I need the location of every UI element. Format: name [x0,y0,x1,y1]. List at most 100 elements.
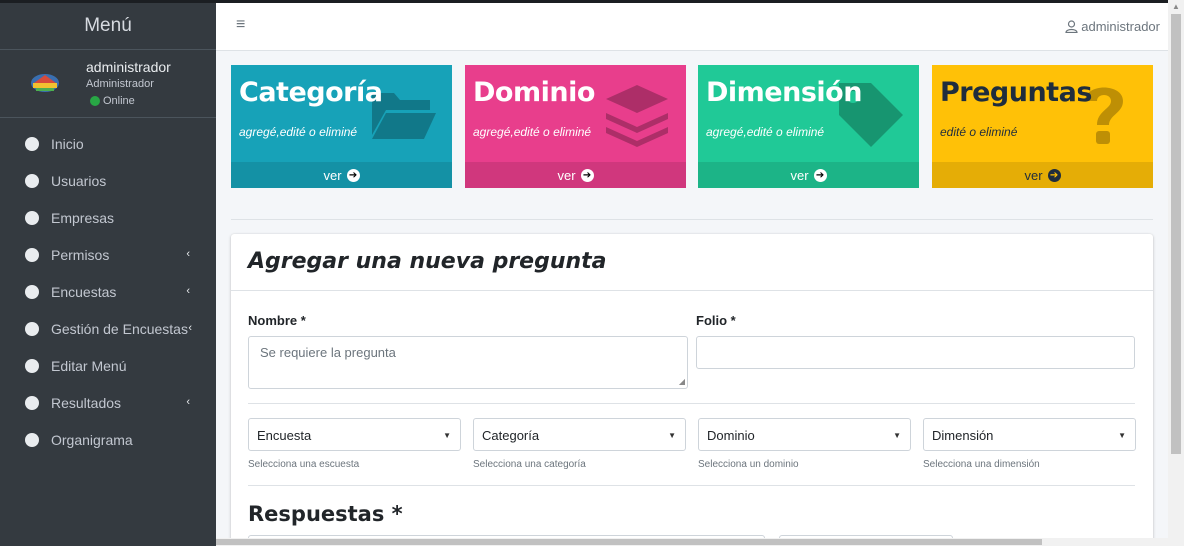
categoria-help: Selecciona una categoría [473,459,586,470]
box-footer-link[interactable]: ver ➔ [698,162,919,188]
circle-icon [25,173,39,188]
sidebar-item-empresas[interactable]: Empresas [0,199,216,236]
sidebar-item-usuarios[interactable]: Usuarios [0,162,216,199]
sidebar-brand[interactable]: Menú [0,3,216,50]
sidebar-item-permisos[interactable]: Permisos ‹ [0,236,216,273]
vertical-scrollbar-thumb[interactable] [1171,14,1181,454]
sidebar-item-label: Permisos [51,246,110,263]
small-box-categoria: Categoría agregé,edité o eliminé ver ➔ [231,65,452,188]
box-footer-label: ver [790,167,809,183]
sidebar-item-encuestas[interactable]: Encuestas ‹ [0,273,216,310]
sidebar-item-label: Gestión de Encuestas [51,320,188,337]
sidebar-menu: Inicio Usuarios Empresas Permisos ‹ Encu… [0,118,216,458]
user-status-label: Online [103,95,135,107]
sidebar-item-editar-menu[interactable]: Editar Menú [0,347,216,384]
sidebar-user-role: Administrador [86,78,154,90]
resize-handle-icon[interactable]: ◢ [679,377,685,386]
card-header: Agregar una nueva pregunta [231,234,1153,291]
user-icon [1065,20,1078,33]
sidebar-item-gestion-encuestas[interactable]: Gestión de Encuestas ‹ [0,310,216,347]
chevron-left-icon: ‹ [186,248,190,260]
arrow-circle-right-icon: ➔ [346,168,360,182]
divider [248,485,1135,486]
nombre-textarea[interactable]: Se requiere la pregunta ◢ [248,336,688,389]
box-subtitle: agregé,edité o eliminé [473,125,592,139]
box-footer-link[interactable]: ver ➔ [465,162,686,188]
small-box-preguntas: Preguntas edité o eliminé ver ➔ [932,65,1153,188]
box-subtitle: agregé,edité o eliminé [706,125,825,139]
box-footer-link[interactable]: ver ➔ [231,162,452,188]
sidebar-item-label: Empresas [51,209,115,226]
chevron-left-icon: ‹ [186,396,190,408]
box-title: Dimensión [706,77,862,108]
select-value: Encuesta [257,428,312,443]
horizontal-scrollbar-thumb[interactable] [216,539,1042,545]
sidebar-item-label: Encuestas [51,283,117,300]
circle-icon [25,210,39,225]
select-value: Dominio [707,428,755,443]
circle-icon [25,432,39,447]
box-footer-label: ver [323,167,342,183]
sidebar-item-resultados[interactable]: Resultados ‹ [0,384,216,421]
circle-icon [25,321,39,336]
sidebar-user-panel: administrador Administrador Online [0,50,216,118]
select-value: Dimensión [932,428,994,443]
vertical-scrollbar[interactable]: ▲ [1168,0,1184,546]
dimension-help: Selecciona una dimensión [923,459,1040,470]
sidebar-item-label: Editar Menú [51,357,127,374]
sidebar-item-organigrama[interactable]: Organigrama [0,421,216,458]
arrow-circle-right-icon: ➔ [813,168,827,182]
nombre-label: Nombre * [248,313,306,328]
sidebar-user-name[interactable]: administrador [86,59,171,75]
caret-down-icon: ▼ [443,431,451,440]
box-subtitle: agregé,edité o eliminé [239,125,358,139]
box-subtitle: edité o eliminé [940,125,1018,139]
chevron-left-icon: ‹ [186,285,190,297]
user-menu[interactable]: administrador [1065,19,1160,34]
folio-label: Folio * [696,313,736,328]
circle-icon [25,136,39,151]
small-box-dimension: Dimensión agregé,edité o eliminé ver ➔ [698,65,919,188]
small-box-dominio: Dominio agregé,edité o eliminé ver ➔ [465,65,686,188]
encuesta-help: Selecciona una escuesta [248,459,360,470]
dominio-select[interactable]: Dominio ▼ [698,418,911,451]
caret-down-icon: ▼ [1118,431,1126,440]
circle-icon [25,284,39,299]
online-status-icon [90,96,100,106]
arrow-circle-right-icon: ➔ [1047,168,1061,182]
sidebar-item-label: Resultados [51,394,122,411]
divider [248,403,1135,404]
circle-icon [25,247,39,262]
folio-input[interactable] [696,336,1135,369]
respuestas-heading: Respuestas * [248,502,403,526]
divider [231,219,1153,220]
box-title: Categoría [239,77,383,108]
user-status: Online [90,95,135,107]
box-title: Preguntas [940,77,1092,108]
caret-down-icon: ▼ [893,431,901,440]
hamburger-menu-icon[interactable]: ≡ [236,16,245,34]
layer-group-icon [606,85,668,147]
box-footer-link[interactable]: ver ➔ [932,162,1153,188]
box-footer-label: ver [1024,167,1043,183]
dimension-select[interactable]: Dimensión ▼ [923,418,1136,451]
dominio-help: Selecciona un dominio [698,459,799,470]
horizontal-scrollbar[interactable] [216,538,1168,546]
sidebar-item-inicio[interactable]: Inicio [0,125,216,162]
chevron-left-icon: ‹ [188,322,192,334]
caret-down-icon: ▼ [668,431,676,440]
arrow-circle-right-icon: ➔ [580,168,594,182]
company-logo-icon [31,74,59,92]
nombre-placeholder: Se requiere la pregunta [260,345,396,360]
top-navbar: ≡ administrador [216,3,1168,51]
sidebar-item-label: Organigrama [51,431,133,448]
card-title: Agregar una nueva pregunta [248,249,607,274]
circle-icon [25,358,39,373]
encuesta-select[interactable]: Encuesta ▼ [248,418,461,451]
circle-icon [25,395,39,410]
sidebar-item-label: Inicio [51,135,84,152]
new-question-card: Agregar una nueva pregunta Nombre * Se r… [231,234,1153,546]
scroll-up-arrow-icon[interactable]: ▲ [1172,2,1180,11]
categoria-select[interactable]: Categoría ▼ [473,418,686,451]
box-footer-label: ver [557,167,576,183]
